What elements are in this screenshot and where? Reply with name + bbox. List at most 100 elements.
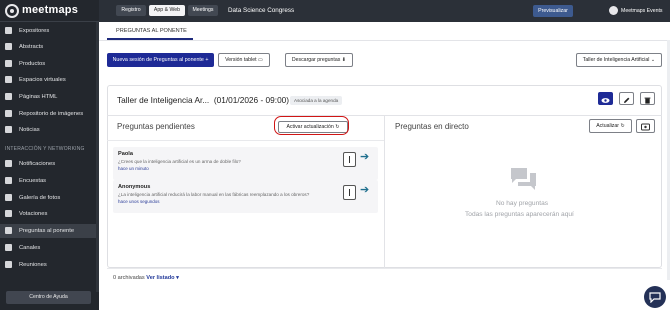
empty-state-title: No hay preguntas — [496, 200, 549, 207]
view-list-link[interactable]: Ver listado ▾ — [146, 275, 179, 281]
sidebar-item-repositorio[interactable]: Repositorio de imágenes — [0, 107, 99, 121]
new-session-button[interactable]: Nueva sesión de Preguntas al ponente + — [107, 53, 214, 67]
view-list-label: Ver listado — [146, 275, 175, 281]
sidebar-item-label: Reuniones — [19, 262, 47, 268]
pending-questions-title: Preguntas pendientes — [117, 122, 195, 131]
logo[interactable]: meetmaps — [0, 0, 99, 22]
preview-button[interactable]: Previsualizar — [533, 5, 573, 17]
tablet-version-button[interactable]: Versión tablet ▭ — [218, 53, 270, 67]
question-menu-button[interactable] — [343, 185, 356, 200]
tab-meetings[interactable]: Meetings — [188, 5, 218, 16]
question-author: Paola — [118, 151, 133, 157]
screen-icon — [641, 123, 650, 131]
sidebar-item-preguntas[interactable]: Preguntas al ponente — [0, 224, 99, 238]
sidebar-item-espacios-virtuales[interactable]: Espacios virtuales — [0, 73, 99, 87]
tab-preguntas-al-ponente[interactable]: PREGUNTAS AL PONENTE — [116, 28, 187, 34]
question-menu-button[interactable] — [343, 152, 356, 167]
tablet-icon: ▭ — [257, 57, 263, 63]
pencil-icon — [624, 97, 630, 103]
document-icon — [5, 43, 12, 50]
session-select[interactable]: Taller de Inteligencia Artificial ⌄ — [576, 53, 662, 67]
edit-session-button[interactable] — [619, 92, 634, 105]
view-session-button[interactable] — [598, 92, 613, 105]
sidebar-item-label: Espacios virtuales — [19, 77, 66, 83]
divider — [107, 268, 662, 269]
avatar[interactable] — [609, 6, 618, 15]
sidebar-item-noticias[interactable]: Noticias — [0, 123, 99, 137]
refresh-icon: ↻ — [620, 123, 625, 129]
question-author: Anonymous — [118, 184, 151, 190]
tab-app-web[interactable]: App & Web — [149, 5, 185, 16]
sidebar-item-paginas-html[interactable]: Páginas HTML — [0, 90, 99, 104]
question-item[interactable]: Paola ¿Crees que la inteligencia artific… — [113, 147, 378, 180]
sidebar-item-expositores[interactable]: Expositores — [0, 24, 99, 38]
download-questions-button[interactable]: Descargar preguntas ⬇ — [285, 53, 353, 67]
sidebar-item-label: Páginas HTML — [19, 94, 58, 100]
download-label: Descargar preguntas — [291, 57, 341, 63]
archived-count: 0 archivadas — [113, 275, 145, 281]
sidebar-item-label: Canales — [19, 245, 41, 251]
sidebar-item-label: Expositores — [19, 28, 50, 34]
sidebar: meetmaps Expositores Abstracts Productos… — [0, 0, 99, 310]
channel-icon — [5, 244, 12, 251]
vote-icon — [5, 210, 12, 217]
virtual-space-icon — [5, 76, 12, 83]
question-text: ¿Crees que la inteligencia artificial es… — [118, 159, 241, 164]
question-item[interactable]: Anonymous ¿La inteligencia artificial re… — [113, 180, 378, 213]
fullscreen-button[interactable] — [636, 119, 655, 133]
arrow-right-icon[interactable]: ➔ — [360, 150, 369, 165]
session-name: Taller de Inteligencia Ar... — [117, 95, 210, 105]
photo-icon — [5, 194, 12, 201]
chat-support-button[interactable] — [644, 286, 666, 308]
arrow-right-icon[interactable]: ➔ — [360, 183, 369, 198]
divider — [99, 40, 670, 41]
session-datetime: (01/01/2026 - 09:00) — [213, 95, 290, 105]
sidebar-section-label: INTERACCIÓN Y NETWORKING — [5, 146, 85, 152]
help-center-button[interactable]: Centro de Ayuda — [6, 291, 91, 304]
new-session-label: Nueva sesión de Preguntas al ponente — [112, 57, 204, 63]
tablet-version-label: Versión tablet — [225, 57, 257, 63]
product-icon — [5, 60, 12, 67]
news-icon — [5, 126, 12, 133]
sidebar-item-label: Repositorio de imágenes — [19, 111, 84, 117]
sidebar-item-notificaciones[interactable]: Notificaciones — [0, 157, 99, 171]
delete-session-button[interactable] — [640, 92, 655, 105]
update-label: Actualizar — [596, 123, 619, 129]
meeting-icon — [5, 261, 12, 268]
sidebar-item-abstracts[interactable]: Abstracts — [0, 40, 99, 54]
sidebar-item-label: Preguntas al ponente — [19, 228, 75, 234]
sidebar-item-label: Abstracts — [19, 44, 44, 50]
survey-icon — [5, 177, 12, 184]
sidebar-item-canales[interactable]: Canales — [0, 241, 99, 255]
sidebar-item-label: Encuestas — [19, 178, 47, 184]
user-name[interactable]: Meetmaps Events — [621, 8, 663, 14]
image-icon — [5, 110, 12, 117]
event-name: Data Science Congress — [228, 7, 295, 14]
download-icon: ⬇ — [341, 57, 347, 63]
tab-registro[interactable]: Registro — [116, 5, 146, 16]
question-icon — [5, 227, 12, 234]
plus-icon: + — [205, 57, 209, 63]
chevron-down-icon: ⌄ — [650, 57, 656, 63]
logo-text: meetmaps — [22, 4, 79, 16]
chat-bubbles-icon — [511, 168, 536, 190]
empty-state-subtitle: Todas las preguntas aparecerán aquí — [465, 211, 574, 218]
update-button[interactable]: Actualizar ↻ — [589, 119, 632, 133]
sidebar-item-votaciones[interactable]: Votaciones — [0, 207, 99, 221]
sidebar-item-label: Noticias — [19, 127, 40, 133]
question-text: ¿La inteligencia artificial reducirá la … — [118, 192, 310, 197]
session-title: Taller de Inteligencia Ar... (01/01/2026… — [117, 95, 289, 105]
question-time: hace unos segundos — [118, 199, 160, 204]
sidebar-item-galeria[interactable]: Galería de fotos — [0, 191, 99, 205]
eye-icon — [601, 98, 610, 103]
column-divider — [384, 116, 385, 268]
sidebar-item-productos[interactable]: Productos — [0, 57, 99, 71]
status-badge: Asociada a la agenda — [290, 96, 343, 105]
trash-icon — [644, 97, 651, 104]
sidebar-item-label: Notificaciones — [19, 161, 56, 167]
sidebar-item-reuniones[interactable]: Reuniones — [0, 258, 99, 272]
sidebar-item-encuestas[interactable]: Encuestas — [0, 174, 99, 188]
sidebar-item-label: Votaciones — [19, 211, 48, 217]
bell-icon — [5, 160, 12, 167]
live-questions-title: Preguntas en directo — [395, 122, 469, 131]
